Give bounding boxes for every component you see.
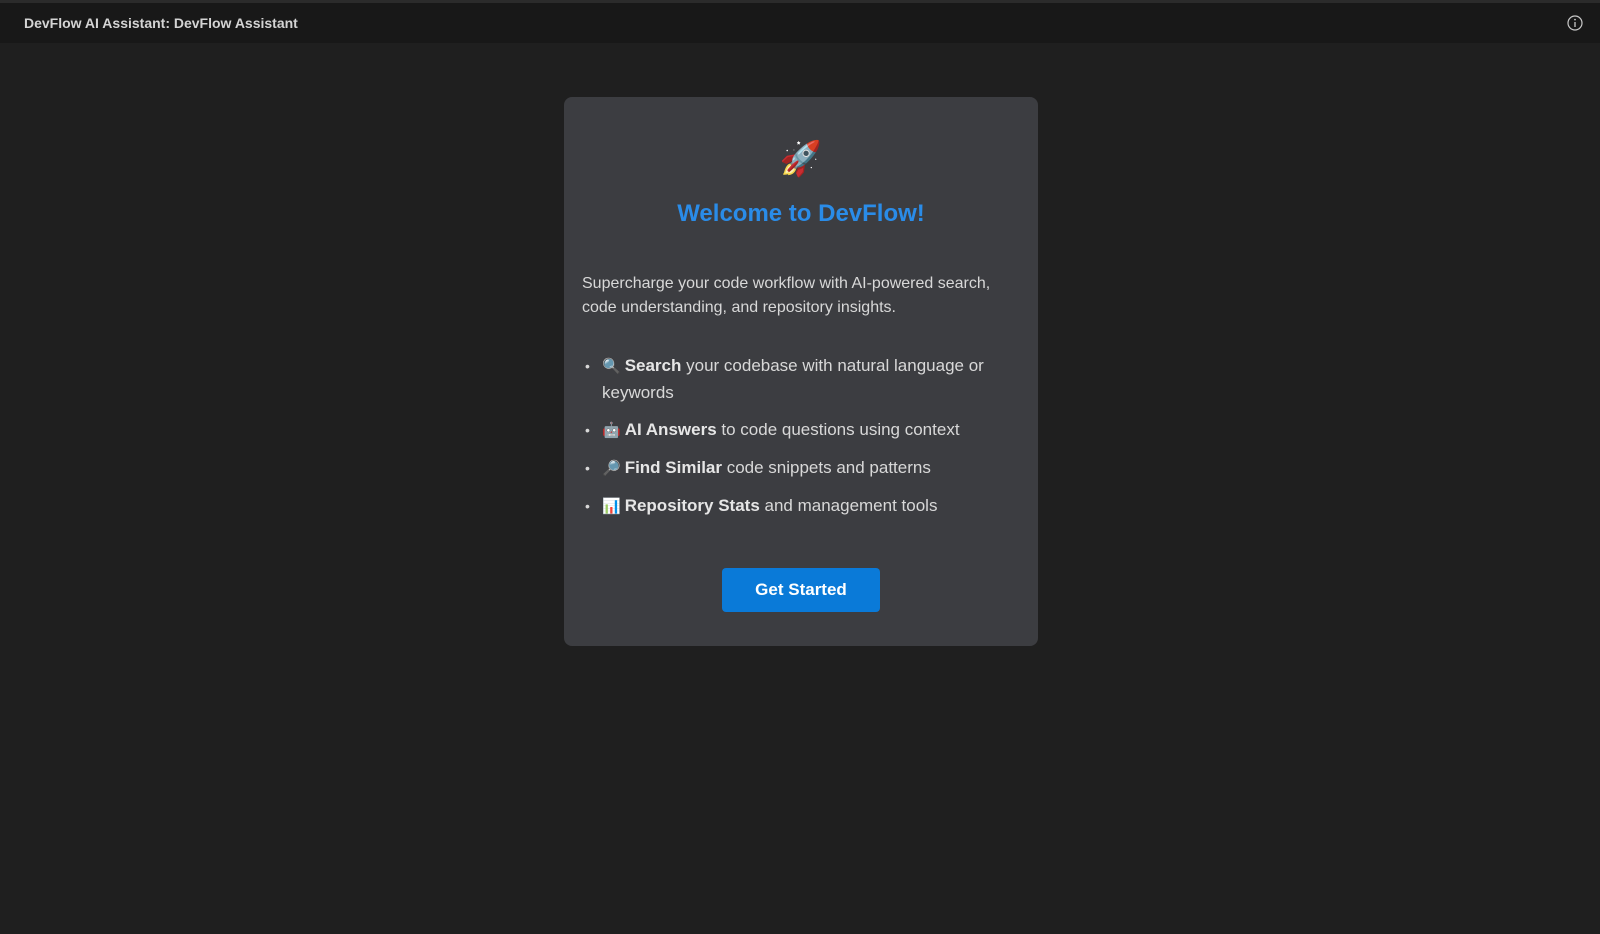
panel-titlebar: DevFlow AI Assistant: DevFlow Assistant xyxy=(0,3,1600,43)
feature-item-find-similar: • 🔎 Find Similar code snippets and patter… xyxy=(582,455,1012,482)
feature-description: code snippets and patterns xyxy=(721,458,931,477)
magnifier-icon: 🔍 xyxy=(602,358,621,375)
bullet-icon: • xyxy=(585,460,590,476)
feature-description: and management tools xyxy=(759,496,938,515)
feature-title: Find Similar xyxy=(624,458,722,477)
robot-icon: 🤖 xyxy=(602,422,621,439)
feature-description: to code questions using context xyxy=(716,420,960,439)
feature-item-ai-answers: • 🤖 AI Answers to code questions using co… xyxy=(582,417,1012,444)
get-started-button[interactable]: Get Started xyxy=(722,568,880,612)
rocket-icon: 🚀 xyxy=(779,140,823,178)
welcome-card: 🚀 Welcome to DevFlow! Supercharge your c… xyxy=(564,97,1038,646)
welcome-intro: Supercharge your code workflow with AI-p… xyxy=(582,275,991,316)
feature-title: AI Answers xyxy=(624,420,717,439)
feature-list: • 🔍 Search your codebase with natural lan… xyxy=(582,353,1012,531)
feature-item-repository-stats: • 📊 Repository Stats and management tools xyxy=(582,493,1012,520)
bullet-icon: • xyxy=(585,498,590,514)
bullet-icon: • xyxy=(585,422,590,438)
feature-title: Search xyxy=(624,356,682,375)
bar-chart-icon: 📊 xyxy=(602,498,621,515)
feature-title: Repository Stats xyxy=(624,496,760,515)
panel-title: DevFlow AI Assistant: DevFlow Assistant xyxy=(24,15,298,31)
magnifier-right-icon: 🔎 xyxy=(602,460,621,477)
bullet-icon: • xyxy=(585,358,590,374)
feature-item-search: • 🔍 Search your codebase with natural lan… xyxy=(582,353,1012,406)
info-circle-icon[interactable] xyxy=(1567,15,1583,31)
welcome-heading: Welcome to DevFlow! xyxy=(677,200,925,227)
